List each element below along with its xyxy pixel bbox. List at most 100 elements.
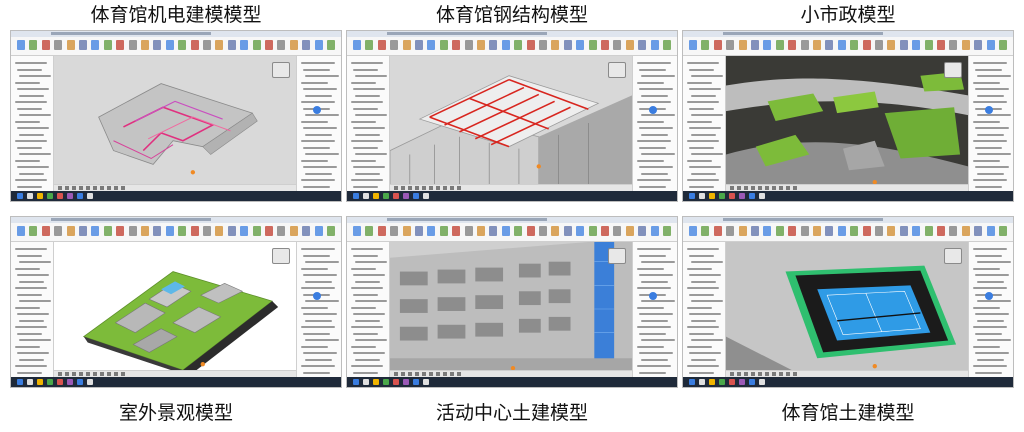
ribbon-tool-icon[interactable] bbox=[800, 226, 809, 236]
taskbar-app-icon[interactable] bbox=[423, 379, 429, 385]
ribbon-tool-icon[interactable] bbox=[912, 40, 921, 50]
view-control-icon[interactable] bbox=[436, 186, 440, 190]
taskbar-app-icon[interactable] bbox=[37, 193, 43, 199]
ribbon-tool-icon[interactable] bbox=[974, 226, 983, 236]
ribbon-tool-icon[interactable] bbox=[190, 40, 199, 50]
ribbon-tool-icon[interactable] bbox=[501, 226, 510, 236]
view-control-icon[interactable] bbox=[107, 372, 111, 376]
ribbon-tool-icon[interactable] bbox=[751, 40, 759, 50]
ribbon-tool-icon[interactable] bbox=[738, 226, 747, 236]
ribbon-tool-icon[interactable] bbox=[862, 40, 871, 50]
view-control-icon[interactable] bbox=[744, 186, 748, 190]
ribbon-tool-icon[interactable] bbox=[999, 40, 1007, 50]
ribbon-tool-icon[interactable] bbox=[551, 40, 560, 50]
taskbar-app-icon[interactable] bbox=[77, 193, 83, 199]
ribbon-tool-icon[interactable] bbox=[377, 40, 386, 50]
view-control-icon[interactable] bbox=[415, 186, 419, 190]
taskbar-app-icon[interactable] bbox=[759, 193, 765, 199]
ribbon-tool-icon[interactable] bbox=[91, 40, 100, 50]
view-control-icon[interactable] bbox=[121, 186, 125, 190]
ribbon-tool-icon[interactable] bbox=[763, 40, 772, 50]
ribbon-tool-icon[interactable] bbox=[887, 40, 896, 50]
ribbon-tool-icon[interactable] bbox=[116, 226, 125, 236]
ribbon-tool-icon[interactable] bbox=[29, 226, 38, 236]
taskbar-app-icon[interactable] bbox=[393, 379, 399, 385]
ribbon-tool-icon[interactable] bbox=[353, 226, 361, 236]
ribbon-tool-icon[interactable] bbox=[862, 226, 871, 236]
taskbar-app-icon[interactable] bbox=[423, 193, 429, 199]
ribbon-tool-icon[interactable] bbox=[924, 226, 933, 236]
ribbon-tool-icon[interactable] bbox=[887, 226, 896, 236]
taskbar-app-icon[interactable] bbox=[699, 193, 705, 199]
ribbon-tool-icon[interactable] bbox=[850, 226, 859, 236]
taskbar-app-icon[interactable] bbox=[67, 379, 73, 385]
ribbon-tool-icon[interactable] bbox=[689, 226, 697, 236]
ribbon-tool-icon[interactable] bbox=[625, 40, 634, 50]
view-control-icon[interactable] bbox=[65, 186, 69, 190]
ribbon-tool-icon[interactable] bbox=[588, 40, 597, 50]
view-control-icon[interactable] bbox=[422, 186, 426, 190]
ribbon-tool-icon[interactable] bbox=[415, 226, 423, 236]
ribbon-tool-icon[interactable] bbox=[986, 40, 995, 50]
ribbon-tool-icon[interactable] bbox=[986, 226, 995, 236]
ribbon-tool-icon[interactable] bbox=[464, 40, 473, 50]
view-control-icon[interactable] bbox=[100, 372, 104, 376]
view-control-icon[interactable] bbox=[429, 186, 433, 190]
ribbon-tool-icon[interactable] bbox=[153, 40, 162, 50]
ribbon-tool-icon[interactable] bbox=[526, 226, 535, 236]
ribbon-tool-icon[interactable] bbox=[289, 40, 298, 50]
view-control-icon[interactable] bbox=[86, 186, 90, 190]
ribbon-tool-icon[interactable] bbox=[850, 40, 859, 50]
ribbon-tool-icon[interactable] bbox=[314, 40, 323, 50]
ribbon-tool-icon[interactable] bbox=[215, 40, 224, 50]
ribbon-tool-icon[interactable] bbox=[775, 40, 784, 50]
taskbar-app-icon[interactable] bbox=[759, 379, 765, 385]
ribbon-tool-icon[interactable] bbox=[427, 40, 436, 50]
ribbon-tool-icon[interactable] bbox=[837, 226, 846, 236]
taskbar-app-icon[interactable] bbox=[27, 379, 33, 385]
ribbon-tool-icon[interactable] bbox=[439, 40, 448, 50]
taskbar-app-icon[interactable] bbox=[739, 379, 745, 385]
ribbon-tool-icon[interactable] bbox=[551, 226, 560, 236]
taskbar-app-icon[interactable] bbox=[719, 379, 725, 385]
ribbon-tool-icon[interactable] bbox=[775, 226, 784, 236]
ribbon-tool-icon[interactable] bbox=[899, 40, 908, 50]
ribbon-tool-icon[interactable] bbox=[265, 226, 273, 236]
ribbon-tool-icon[interactable] bbox=[203, 40, 211, 50]
view-control-icon[interactable] bbox=[730, 372, 734, 376]
ribbon-tool-icon[interactable] bbox=[302, 40, 311, 50]
view-control-icon[interactable] bbox=[786, 186, 790, 190]
ribbon-tool-icon[interactable] bbox=[663, 226, 671, 236]
ribbon-tool-icon[interactable] bbox=[79, 226, 87, 236]
ribbon-tool-icon[interactable] bbox=[227, 226, 236, 236]
view-control-icon[interactable] bbox=[401, 186, 405, 190]
ribbon-tool-icon[interactable] bbox=[240, 226, 249, 236]
view-control-icon[interactable] bbox=[758, 372, 762, 376]
ribbon-tool-icon[interactable] bbox=[825, 40, 834, 50]
ribbon-tool-icon[interactable] bbox=[377, 226, 386, 236]
view-control-icon[interactable] bbox=[394, 186, 398, 190]
ribbon-tool-icon[interactable] bbox=[601, 226, 609, 236]
ribbon-tool-icon[interactable] bbox=[277, 226, 286, 236]
ribbon-tool-icon[interactable] bbox=[813, 226, 821, 236]
ribbon-tool-icon[interactable] bbox=[788, 40, 797, 50]
ribbon-tool-icon[interactable] bbox=[738, 40, 747, 50]
ribbon-tool-icon[interactable] bbox=[314, 226, 323, 236]
ribbon-tool-icon[interactable] bbox=[17, 226, 25, 236]
taskbar-app-icon[interactable] bbox=[719, 193, 725, 199]
ribbon-tool-icon[interactable] bbox=[713, 40, 722, 50]
ribbon-tool-icon[interactable] bbox=[289, 226, 298, 236]
taskbar-app-icon[interactable] bbox=[87, 379, 93, 385]
ribbon-tool-icon[interactable] bbox=[613, 40, 622, 50]
ribbon-tool-icon[interactable] bbox=[41, 40, 50, 50]
view-control-icon[interactable] bbox=[107, 186, 111, 190]
ribbon-tool-icon[interactable] bbox=[277, 40, 286, 50]
taskbar-app-icon[interactable] bbox=[413, 379, 419, 385]
taskbar-app-icon[interactable] bbox=[27, 193, 33, 199]
ribbon-tool-icon[interactable] bbox=[128, 226, 137, 236]
ribbon-tool-icon[interactable] bbox=[402, 226, 411, 236]
taskbar-app-icon[interactable] bbox=[709, 379, 715, 385]
ribbon-tool-icon[interactable] bbox=[999, 226, 1007, 236]
ribbon-tool-icon[interactable] bbox=[29, 40, 38, 50]
taskbar-app-icon[interactable] bbox=[749, 193, 755, 199]
